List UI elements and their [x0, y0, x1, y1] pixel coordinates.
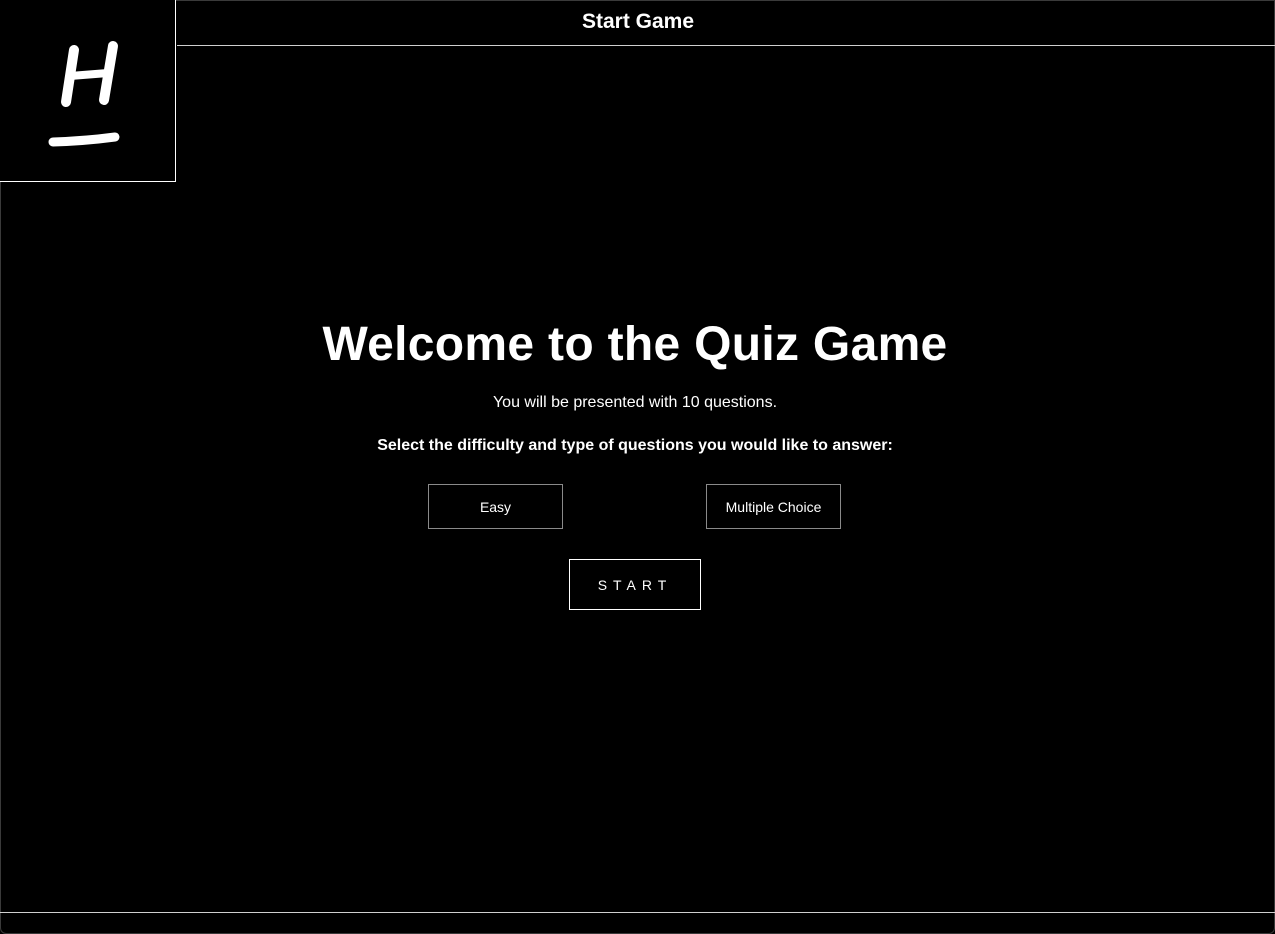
top-bar: Start Game	[177, 0, 1275, 46]
intro-text: You will be presented with 10 questions.	[492, 394, 778, 411]
logo-h-icon	[48, 41, 120, 147]
question-type-select[interactable]: Multiple Choice	[706, 484, 841, 529]
start-button-label: START	[597, 576, 673, 593]
welcome-section: Welcome to the Quiz Game You will be pre…	[0, 300, 1270, 455]
page-title: Start Game	[581, 9, 695, 33]
difficulty-select[interactable]: Easy	[428, 484, 563, 529]
difficulty-value: Easy	[479, 498, 512, 515]
selection-prompt: Select the difficulty and type of questi…	[377, 437, 893, 454]
app-window	[0, 0, 1275, 934]
start-button[interactable]: START	[569, 559, 701, 610]
welcome-heading: Welcome to the Quiz Game	[322, 318, 948, 371]
question-type-value: Multiple Choice	[725, 498, 822, 515]
logo[interactable]	[0, 0, 176, 182]
footer-divider	[0, 912, 1275, 913]
